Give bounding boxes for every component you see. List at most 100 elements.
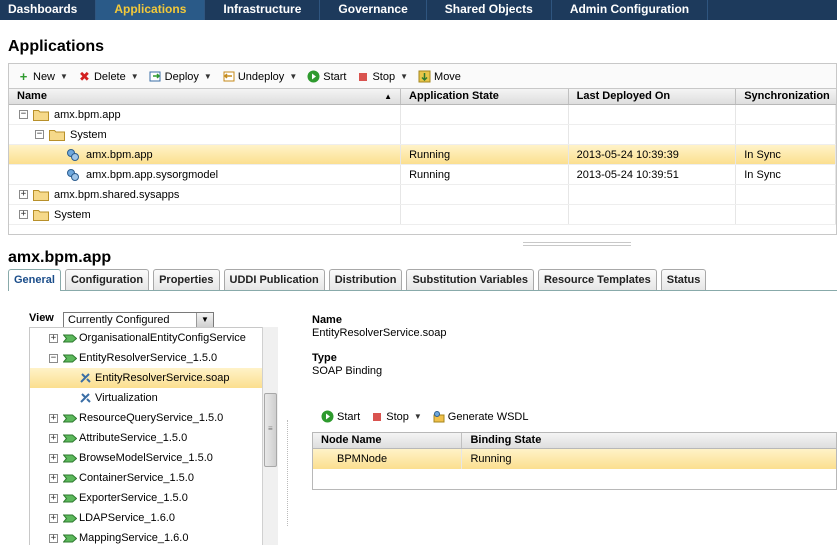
- expand-icon[interactable]: +: [49, 473, 58, 483]
- binding-start-button[interactable]: Start: [321, 410, 360, 423]
- service-icon: [63, 514, 77, 522]
- column-header-application-state[interactable]: Application State: [401, 89, 569, 104]
- expand-icon[interactable]: +: [49, 493, 58, 503]
- tree-item[interactable]: EntityResolverService.soap: [30, 368, 277, 388]
- nav-tab-applications[interactable]: Applications: [96, 0, 206, 20]
- tree-item[interactable]: + AttributeService_1.5.0: [30, 428, 277, 448]
- start-button[interactable]: Start: [307, 70, 346, 83]
- applications-toolbar: + New ▼ ✖ Delete ▼ Deploy ▼ Undeploy ▼ S…: [8, 63, 837, 89]
- stop-button[interactable]: Stop ▼: [356, 70, 408, 83]
- nav-tab-governance[interactable]: Governance: [320, 0, 427, 20]
- nav-tab-admin-configuration[interactable]: Admin Configuration: [552, 0, 709, 20]
- application-icon: [67, 148, 79, 161]
- column-header-name[interactable]: Name ▲: [9, 89, 402, 104]
- table-row[interactable]: amx.bpm.app.sysorgmodel Running 2013-05-…: [9, 165, 836, 185]
- tree-item[interactable]: + MappingService_1.6.0: [30, 528, 277, 545]
- table-row[interactable]: + System: [9, 205, 836, 225]
- folder-icon: [33, 209, 49, 221]
- collapse-icon[interactable]: −: [49, 353, 58, 363]
- play-icon: [307, 70, 320, 83]
- tree-item[interactable]: + BrowseModelService_1.5.0: [30, 448, 277, 468]
- binding-stop-button[interactable]: Stop ▼: [370, 410, 422, 423]
- column-header-last-deployed-on[interactable]: Last Deployed On: [569, 89, 737, 104]
- binding-toolbar: Start Stop ▼ Generate WSDL: [321, 410, 529, 423]
- tab-distribution[interactable]: Distribution: [328, 269, 403, 290]
- panel-splitter[interactable]: [523, 242, 631, 246]
- table-row[interactable]: + amx.bpm.shared.sysapps: [9, 185, 836, 205]
- detail-title: amx.bpm.app: [8, 249, 112, 266]
- tab-properties[interactable]: Properties: [153, 269, 220, 290]
- column-header-node-name[interactable]: Node Name: [313, 433, 463, 448]
- nav-tab-shared-objects[interactable]: Shared Objects: [427, 0, 552, 20]
- tree-item[interactable]: + OrganisationalEntityConfigService: [30, 328, 277, 348]
- table-header: Node Name Binding State: [313, 433, 836, 449]
- scrollbar-thumb[interactable]: ≡: [264, 393, 277, 467]
- delete-button[interactable]: ✖ Delete ▼: [78, 70, 139, 83]
- nav-tab-dashboards[interactable]: Dashboards: [0, 0, 97, 20]
- generate-wsdl-button[interactable]: Generate WSDL: [432, 410, 529, 423]
- undeploy-button[interactable]: Undeploy ▼: [222, 70, 297, 83]
- service-icon: [63, 454, 77, 462]
- chevron-down-icon[interactable]: ▼: [414, 412, 422, 421]
- expand-icon[interactable]: +: [49, 533, 58, 543]
- folder-icon: [49, 129, 65, 141]
- chevron-down-icon[interactable]: ▼: [400, 72, 408, 81]
- new-button[interactable]: + New ▼: [17, 70, 68, 83]
- node-binding-table: Node Name Binding State BPMNode Running: [312, 432, 837, 490]
- expand-icon[interactable]: +: [49, 333, 58, 343]
- undeploy-icon: [222, 70, 235, 83]
- table-header: Name ▲ Application State Last Deployed On…: [9, 89, 836, 105]
- tree-item[interactable]: + LDAPService_1.6.0: [30, 508, 277, 528]
- move-button[interactable]: Move: [418, 70, 461, 83]
- view-select[interactable]: Currently Configured ▼: [63, 312, 214, 328]
- binding-name-label: Name: [312, 314, 342, 326]
- sort-ascending-icon: ▲: [384, 92, 393, 101]
- expand-icon[interactable]: +: [49, 433, 58, 443]
- deploy-icon: [149, 70, 162, 83]
- table-row[interactable]: − System: [9, 125, 836, 145]
- tree-item[interactable]: Virtualization: [30, 388, 277, 408]
- tree-item[interactable]: − EntityResolverService_1.5.0: [30, 348, 277, 368]
- table-row[interactable]: amx.bpm.app Running 2013-05-24 10:39:39 …: [9, 145, 836, 165]
- chevron-down-icon[interactable]: ▼: [131, 72, 139, 81]
- chevron-down-icon[interactable]: ▼: [204, 72, 212, 81]
- binding-type-value: SOAP Binding: [312, 365, 383, 377]
- table-row[interactable]: − amx.bpm.app: [9, 105, 836, 125]
- chevron-down-icon[interactable]: ▼: [289, 72, 297, 81]
- tab-resource-templates[interactable]: Resource Templates: [537, 269, 657, 290]
- generate-wsdl-icon: [432, 410, 445, 423]
- collapse-icon[interactable]: −: [35, 130, 44, 139]
- binding-name-value: EntityResolverService.soap: [312, 327, 447, 339]
- top-nav: Dashboards Applications Infrastructure G…: [0, 0, 837, 20]
- component-tree: + OrganisationalEntityConfigService − En…: [29, 327, 278, 545]
- tab-uddi-publication[interactable]: UDDI Publication: [223, 269, 325, 290]
- folder-icon: [33, 109, 49, 121]
- tree-scrollbar[interactable]: ≡: [262, 327, 278, 545]
- tree-item[interactable]: + ExporterService_1.5.0: [30, 488, 277, 508]
- play-icon: [321, 410, 334, 423]
- collapse-icon[interactable]: −: [19, 110, 28, 119]
- expand-icon[interactable]: +: [49, 513, 58, 523]
- column-header-binding-state[interactable]: Binding State: [462, 433, 836, 448]
- tab-status[interactable]: Status: [660, 269, 707, 290]
- column-header-synchronization[interactable]: Synchronization: [736, 89, 836, 104]
- chevron-down-icon[interactable]: ▼: [60, 72, 68, 81]
- tree-item[interactable]: + ResourceQueryService_1.5.0: [30, 408, 277, 428]
- expand-icon[interactable]: +: [49, 413, 58, 423]
- chevron-down-icon[interactable]: ▼: [196, 313, 213, 327]
- tab-substitution-variables[interactable]: Substitution Variables: [406, 269, 534, 290]
- deploy-button[interactable]: Deploy ▼: [149, 70, 212, 83]
- tab-configuration[interactable]: Configuration: [64, 269, 150, 290]
- folder-icon: [33, 189, 49, 201]
- service-icon: [63, 354, 77, 362]
- table-row[interactable]: BPMNode Running: [313, 449, 836, 469]
- nav-tab-infrastructure[interactable]: Infrastructure: [205, 0, 321, 20]
- tree-item[interactable]: + ContainerService_1.5.0: [30, 468, 277, 488]
- expand-icon[interactable]: +: [19, 210, 28, 219]
- stop-icon: [356, 70, 369, 83]
- vertical-divider[interactable]: [287, 420, 290, 526]
- expand-icon[interactable]: +: [49, 453, 58, 463]
- tab-general[interactable]: General: [8, 269, 61, 291]
- expand-icon[interactable]: +: [19, 190, 28, 199]
- service-icon: [63, 474, 77, 482]
